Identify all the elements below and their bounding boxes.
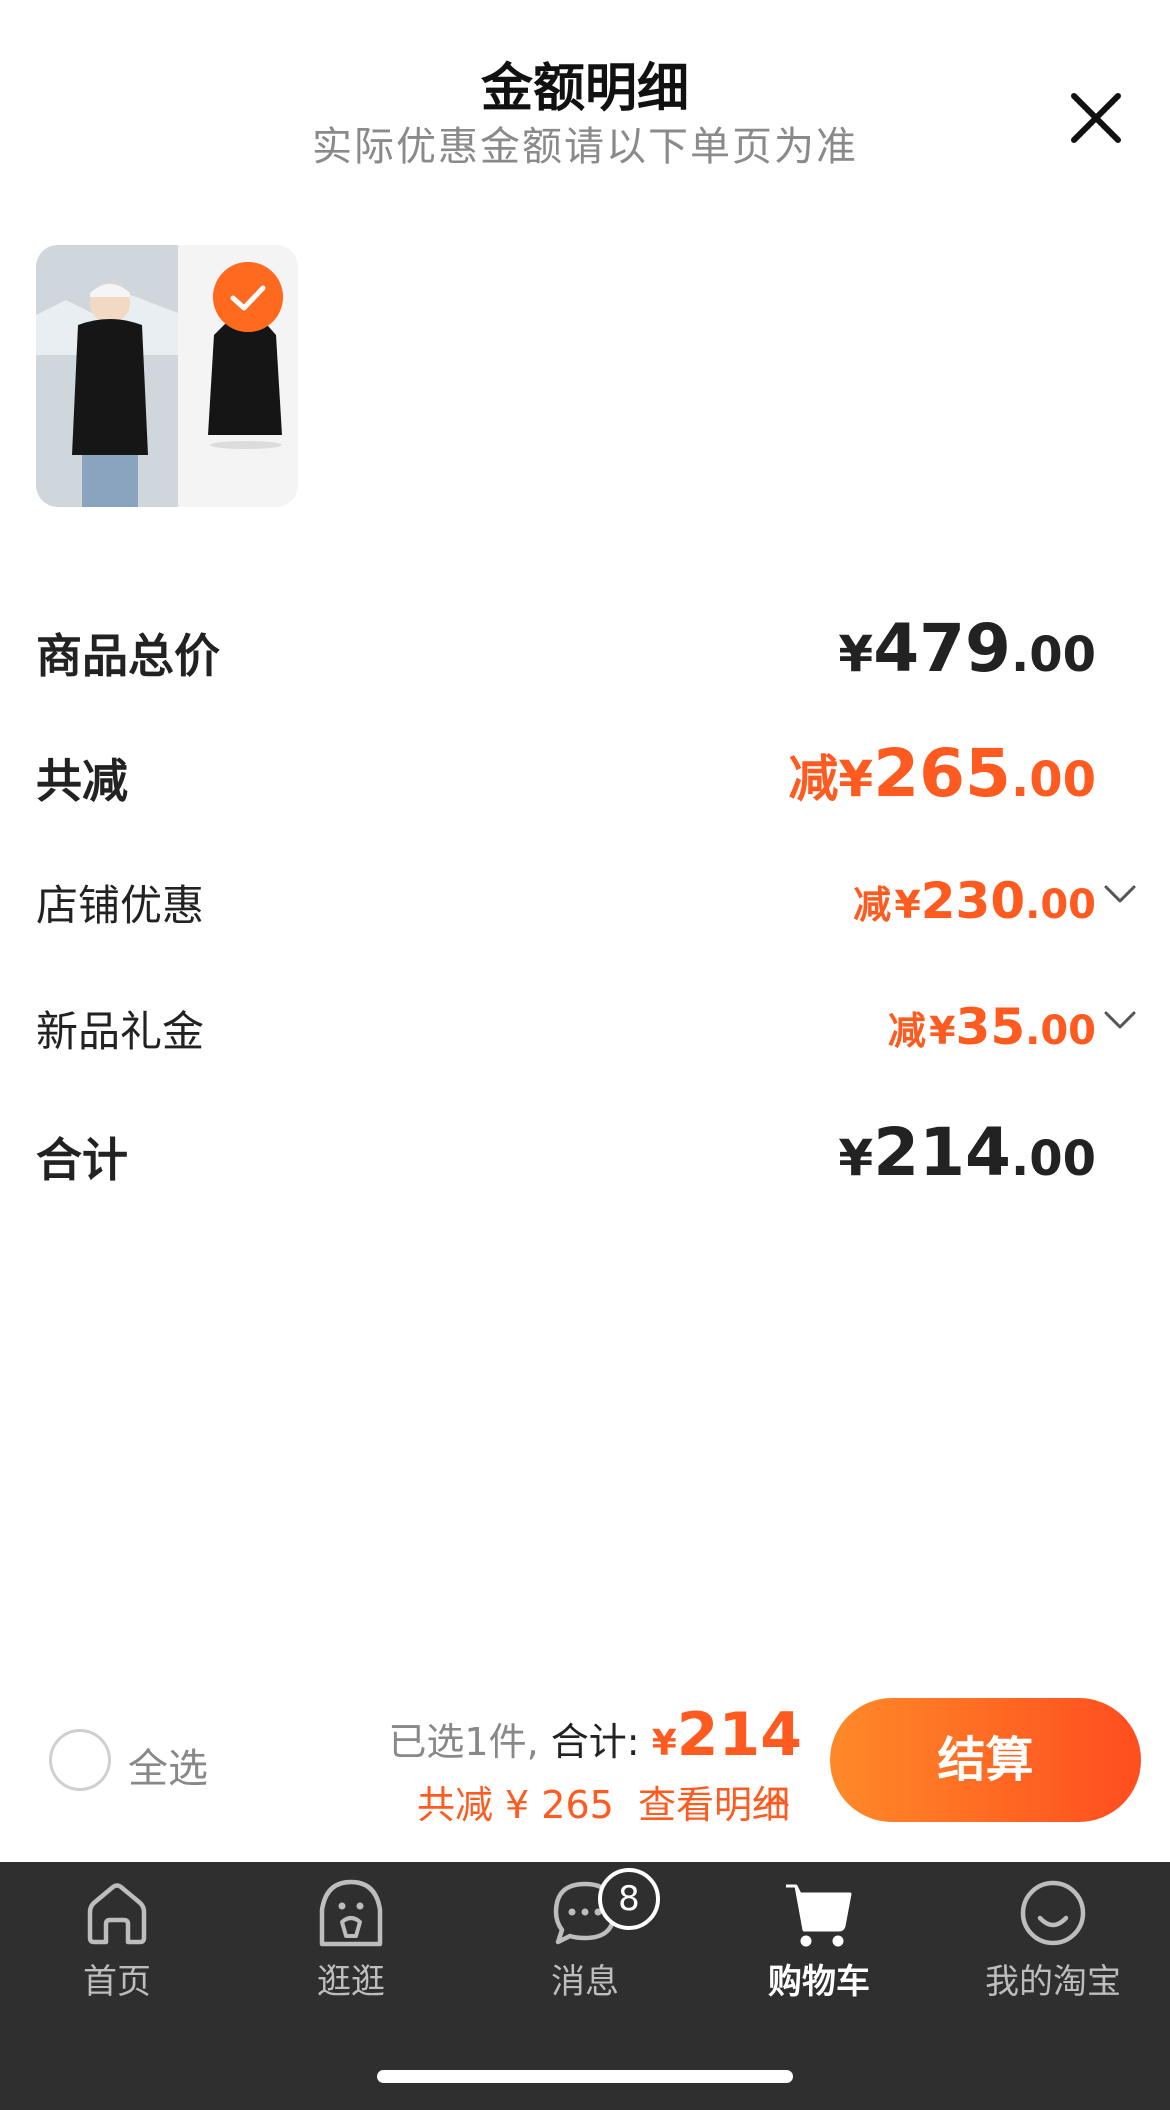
chevron-down-icon[interactable] — [1102, 882, 1138, 906]
new-item-gift-row[interactable]: 新品礼金 减 ¥35.00 — [36, 998, 1136, 1068]
amount-decimal: .00 — [1025, 882, 1096, 928]
select-all-label[interactable]: 全选 — [128, 1736, 208, 1794]
selection-summary: 已选1件, 合计: ¥214 — [388, 1700, 802, 1770]
total-discount-value: 减¥265.00 — [788, 735, 1096, 812]
view-details-link[interactable]: 共减 ¥ 265 查看明细 — [417, 1774, 790, 1829]
cart-icon — [786, 1884, 852, 1947]
amount-decimal: .00 — [1010, 752, 1096, 808]
currency-symbol: ¥ — [838, 750, 874, 808]
currency-symbol: ¥ — [929, 1009, 956, 1053]
shop-discount-value: 减 ¥230.00 — [853, 872, 1096, 930]
sheet-title: 金额明细 — [480, 59, 689, 119]
total-discount-row: 共减 减¥265.00 — [36, 735, 1134, 825]
tab-label: 消息 — [551, 1962, 619, 2002]
sum-label: 合计 — [36, 1133, 128, 1187]
chevron-down-icon[interactable] — [1102, 1008, 1138, 1032]
sum-value: ¥214.00 — [838, 1114, 1096, 1191]
tab-my-taobao[interactable]: 我的淘宝 — [936, 1862, 1170, 2047]
amount-integer: 35 — [955, 998, 1026, 1056]
home-indicator — [377, 2070, 793, 2083]
currency-symbol: ¥ — [838, 1129, 874, 1187]
amount-detail-sheet: 金额明细 实际优惠金额请以下单页为准 商品总价 ¥479.00 共减 减¥265… — [0, 0, 1170, 1862]
home-icon — [87, 1883, 147, 1945]
new-item-gift-value: 减 ¥35.00 — [888, 998, 1096, 1056]
amount-decimal: .00 — [1025, 1008, 1096, 1054]
amount-decimal: .00 — [1010, 1131, 1096, 1187]
tab-cart[interactable]: 购物车 — [702, 1862, 936, 2047]
tab-label: 购物车 — [768, 1962, 870, 2002]
discount-prefix: 减 — [788, 750, 839, 808]
select-all-radio[interactable] — [49, 1729, 111, 1791]
new-item-gift-label: 新品礼金 — [36, 1007, 205, 1056]
tab-label: 逛逛 — [317, 1962, 385, 2002]
discount-prefix: 减 — [887, 1009, 926, 1053]
total-currency: ¥ — [651, 1723, 677, 1764]
profile-icon — [1020, 1880, 1086, 1946]
shop-discount-label: 店铺优惠 — [36, 881, 205, 930]
amount-integer: 265 — [873, 735, 1011, 812]
shop-discount-row[interactable]: 店铺优惠 减 ¥230.00 — [36, 872, 1136, 942]
tab-label: 我的淘宝 — [985, 1962, 1121, 2002]
close-icon[interactable] — [1066, 88, 1126, 148]
tab-home[interactable]: 首页 — [0, 1862, 234, 2047]
currency-symbol: ¥ — [838, 625, 874, 683]
amount-integer: 479 — [873, 610, 1011, 687]
message-badge: 8 — [598, 1868, 660, 1930]
sum-row: 合计 ¥214.00 — [36, 1114, 1134, 1204]
currency-symbol: ¥ — [894, 883, 921, 927]
checkout-button[interactable]: 结算 — [830, 1698, 1141, 1822]
total-amount: 214 — [676, 1700, 802, 1770]
check-icon[interactable] — [213, 262, 283, 332]
amount-decimal: .00 — [1010, 627, 1096, 683]
total-price-label: 商品总价 — [36, 629, 220, 683]
total-label: 合计: — [550, 1720, 640, 1764]
discount-summary: 共减 ¥ 265 — [416, 1783, 614, 1827]
sheet-subtitle: 实际优惠金额请以下单页为准 — [312, 124, 858, 170]
total-discount-label: 共减 — [36, 754, 128, 808]
tab-explore[interactable]: 逛逛 — [234, 1862, 468, 2047]
total-price-row: 商品总价 ¥479.00 — [36, 610, 1134, 700]
amount-integer: 230 — [920, 872, 1026, 930]
tab-messages[interactable]: 消息 — [468, 1862, 702, 2047]
tab-label: 首页 — [83, 1962, 151, 2002]
amount-integer: 214 — [873, 1114, 1011, 1191]
selected-count: 已选1件, — [388, 1720, 539, 1764]
explore-icon — [319, 1879, 383, 1947]
discount-prefix: 减 — [853, 883, 892, 927]
chevron-up-icon[interactable] — [764, 1791, 790, 1809]
total-price-value: ¥479.00 — [838, 610, 1096, 687]
